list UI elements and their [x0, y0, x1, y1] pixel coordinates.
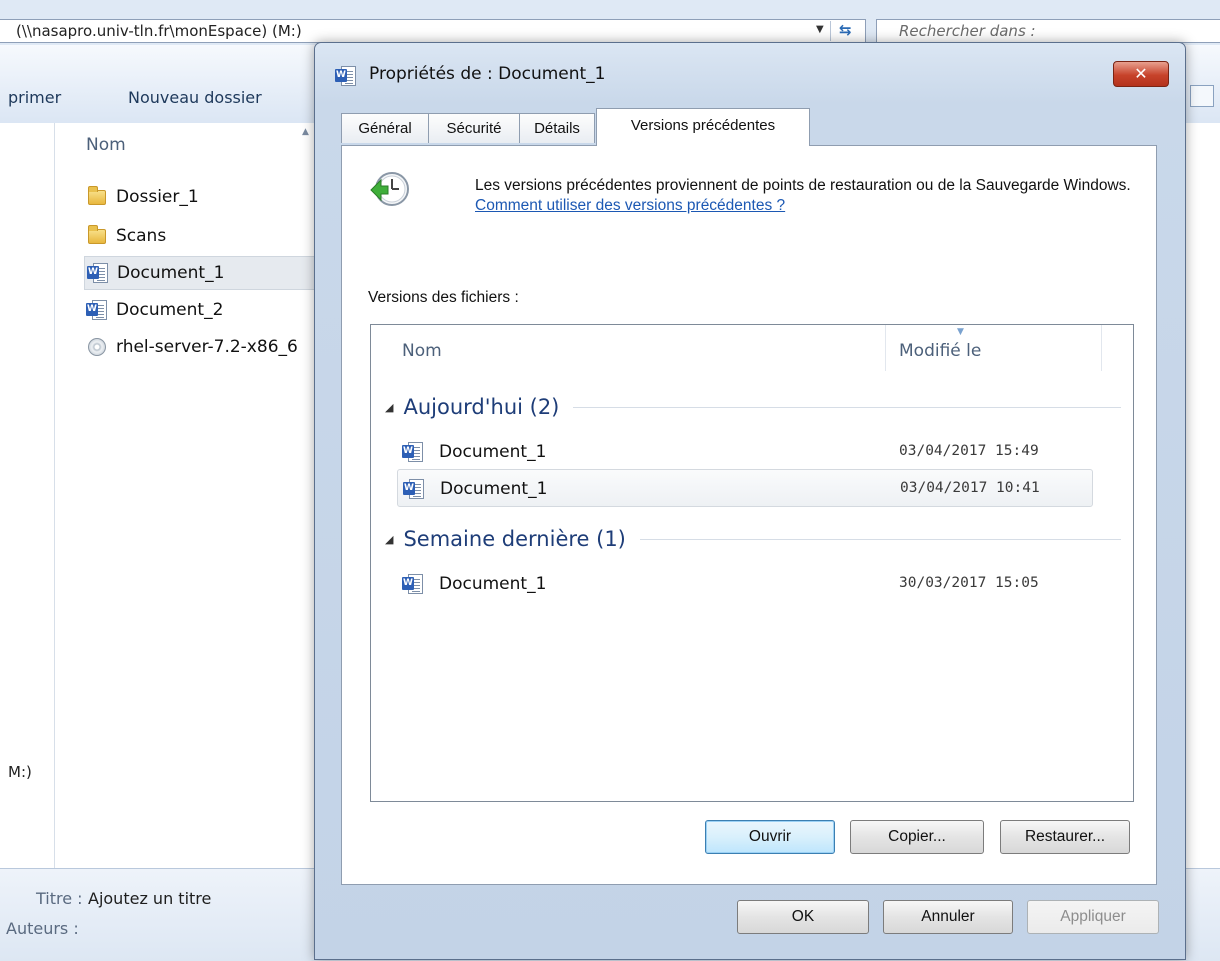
version-date: 30/03/2017 15:05	[899, 575, 1039, 591]
disc-image-icon	[86, 336, 108, 358]
details-authors-label: Auteurs :	[6, 919, 79, 938]
ok-button[interactable]: OK	[737, 900, 869, 934]
collapse-triangle-icon[interactable]: ◢	[385, 401, 393, 414]
group-header-today[interactable]: ◢ Aujourd'hui (2)	[385, 392, 1121, 422]
word-document-icon: W	[87, 262, 109, 284]
chevron-down-icon[interactable]: ▼	[816, 24, 824, 35]
nav-drive-item[interactable]: M:)	[8, 763, 32, 781]
file-name: Document_2	[116, 300, 224, 320]
word-document-icon: W	[403, 478, 425, 500]
address-text: (\\nasapro.univ-tln.fr\monEspace) (M:)	[16, 22, 302, 40]
address-bar-row: (\\nasapro.univ-tln.fr\monEspace) (M:) ▼…	[0, 0, 1220, 45]
tab-details[interactable]: Détails	[519, 113, 595, 143]
tab-panel-previous-versions: Les versions précédentes proviennent de …	[341, 145, 1157, 885]
restore-clock-icon	[370, 172, 409, 206]
print-button[interactable]: primer	[8, 88, 61, 107]
column-header-name[interactable]: Nom	[402, 341, 442, 361]
column-header-name[interactable]: Nom	[86, 135, 126, 155]
file-name: Document_1	[117, 263, 225, 283]
search-input[interactable]: Rechercher dans :	[876, 19, 1220, 43]
close-icon: ✕	[1134, 64, 1148, 83]
properties-dialog: W Propriétés de : Document_1 ✕ Général S…	[314, 42, 1186, 960]
group-divider	[639, 538, 1121, 540]
word-document-icon: W	[402, 441, 424, 463]
restore-button[interactable]: Restaurer...	[1000, 820, 1130, 854]
version-name: Document_1	[440, 479, 548, 499]
column-divider[interactable]	[885, 325, 886, 371]
tab-security[interactable]: Sécurité	[428, 113, 520, 143]
column-divider[interactable]	[1101, 325, 1102, 371]
group-header-last-week[interactable]: ◢ Semaine dernière (1)	[385, 524, 1121, 554]
sort-up-icon: ▲	[302, 127, 309, 137]
file-name: Scans	[116, 226, 167, 246]
versions-label: Versions des fichiers :	[368, 289, 519, 306]
refresh-icon: ⇆	[839, 21, 852, 39]
folder-icon	[86, 186, 108, 208]
preview-pane-icon[interactable]	[1190, 85, 1214, 107]
details-title-label: Titre :	[36, 889, 83, 908]
apply-button[interactable]: Appliquer	[1027, 900, 1159, 934]
file-item[interactable]: rhel-server-7.2-x86_6	[84, 330, 324, 364]
dialog-title: Propriétés de : Document_1	[369, 64, 606, 84]
tab-previous-versions[interactable]: Versions précédentes	[596, 108, 810, 146]
folder-icon	[86, 225, 108, 247]
cancel-button[interactable]: Annuler	[883, 900, 1013, 934]
search-placeholder: Rechercher dans :	[899, 22, 1036, 40]
help-link[interactable]: Comment utiliser des versions précédente…	[475, 197, 785, 214]
address-bar[interactable]: (\\nasapro.univ-tln.fr\monEspace) (M:) ▼…	[0, 19, 866, 43]
file-name: Dossier_1	[116, 187, 199, 207]
copy-button[interactable]: Copier...	[850, 820, 984, 854]
collapse-triangle-icon[interactable]: ◢	[385, 533, 393, 546]
file-item[interactable]: Dossier_1	[84, 180, 324, 214]
version-name: Document_1	[439, 574, 547, 594]
group-divider	[573, 406, 1121, 408]
details-title-value[interactable]: Ajoutez un titre	[88, 889, 211, 908]
file-item[interactable]: W Document_2	[84, 293, 324, 327]
group-label: Semaine dernière (1)	[403, 527, 626, 551]
version-date: 03/04/2017 15:49	[899, 443, 1039, 459]
sort-down-icon: ▼	[957, 327, 964, 337]
column-header-modified[interactable]: Modifié le	[899, 341, 981, 361]
word-document-icon: W	[335, 65, 357, 87]
word-document-icon: W	[86, 299, 108, 321]
close-button[interactable]: ✕	[1113, 61, 1169, 87]
word-document-icon: W	[402, 573, 424, 595]
info-text: Les versions précédentes proviennent de …	[475, 176, 1135, 216]
version-name: Document_1	[439, 442, 547, 462]
open-button[interactable]: Ouvrir	[705, 820, 835, 854]
new-folder-button[interactable]: Nouveau dossier	[128, 88, 262, 107]
file-item[interactable]: Scans	[84, 219, 324, 253]
version-row[interactable]: W Document_1 30/03/2017 15:05	[397, 565, 1093, 603]
versions-list[interactable]: Nom ▼ Modifié le ◢ Aujourd'hui (2) W Doc…	[370, 324, 1134, 802]
navigation-pane: M:)	[0, 123, 55, 868]
version-date: 03/04/2017 10:41	[900, 480, 1040, 496]
group-label: Aujourd'hui (2)	[403, 395, 560, 419]
info-description: Les versions précédentes proviennent de …	[475, 177, 1131, 194]
version-row[interactable]: W Document_1 03/04/2017 15:49	[397, 433, 1093, 471]
tab-general[interactable]: Général	[341, 113, 429, 143]
file-name: rhel-server-7.2-x86_6	[116, 337, 298, 357]
version-row-selected[interactable]: W Document_1 03/04/2017 10:41	[397, 469, 1093, 507]
refresh-button[interactable]: ⇆	[830, 21, 865, 41]
file-item-selected[interactable]: W Document_1	[84, 256, 324, 290]
